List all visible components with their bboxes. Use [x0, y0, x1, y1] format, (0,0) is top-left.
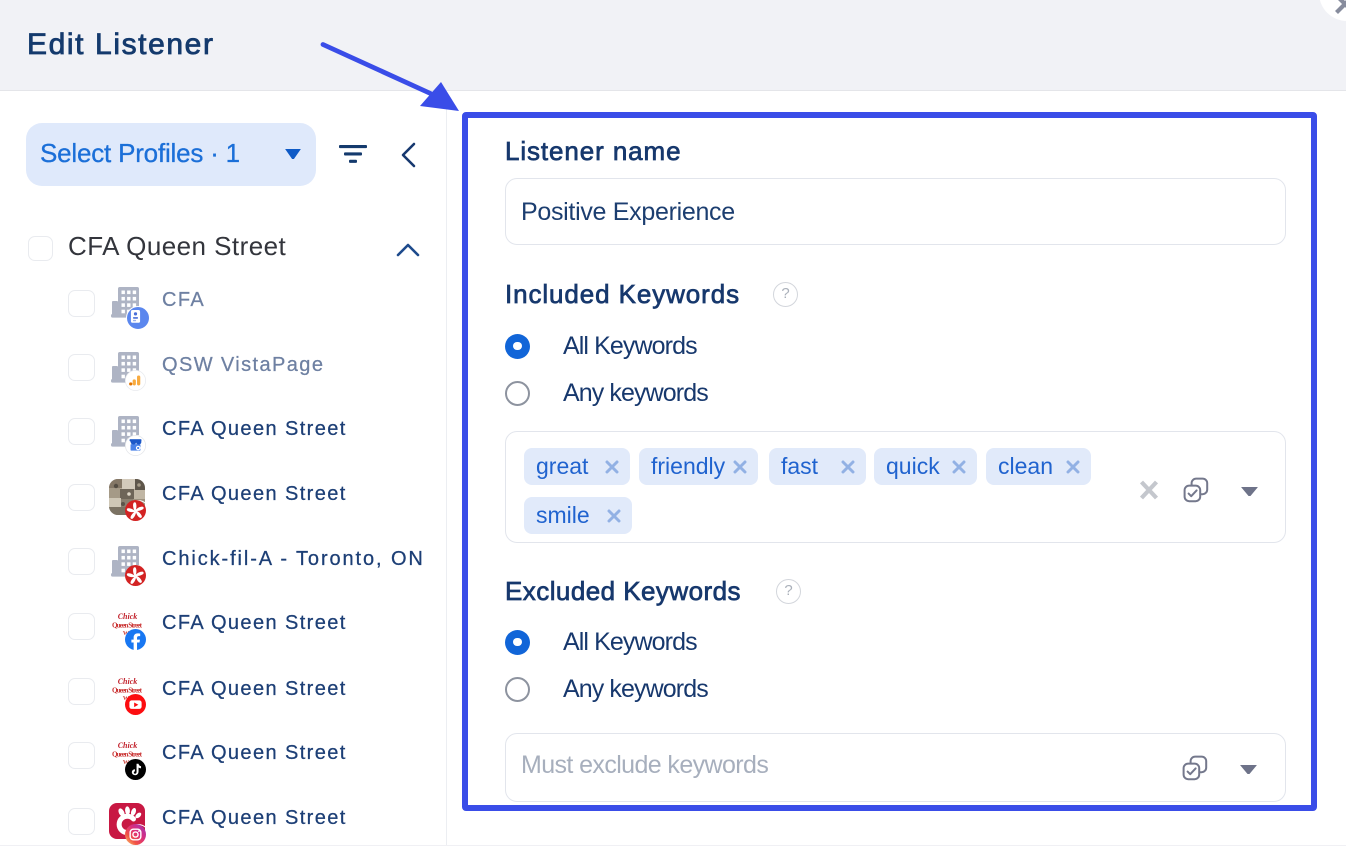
svg-text:Chick: Chick [118, 612, 138, 621]
svg-text:Queen Street: Queen Street [112, 751, 143, 759]
svg-text:Chick: Chick [118, 677, 138, 686]
svg-text:Queen Street: Queen Street [112, 686, 143, 694]
svg-text:Chick: Chick [118, 741, 138, 750]
svg-text:Queen Street: Queen Street [112, 621, 143, 629]
